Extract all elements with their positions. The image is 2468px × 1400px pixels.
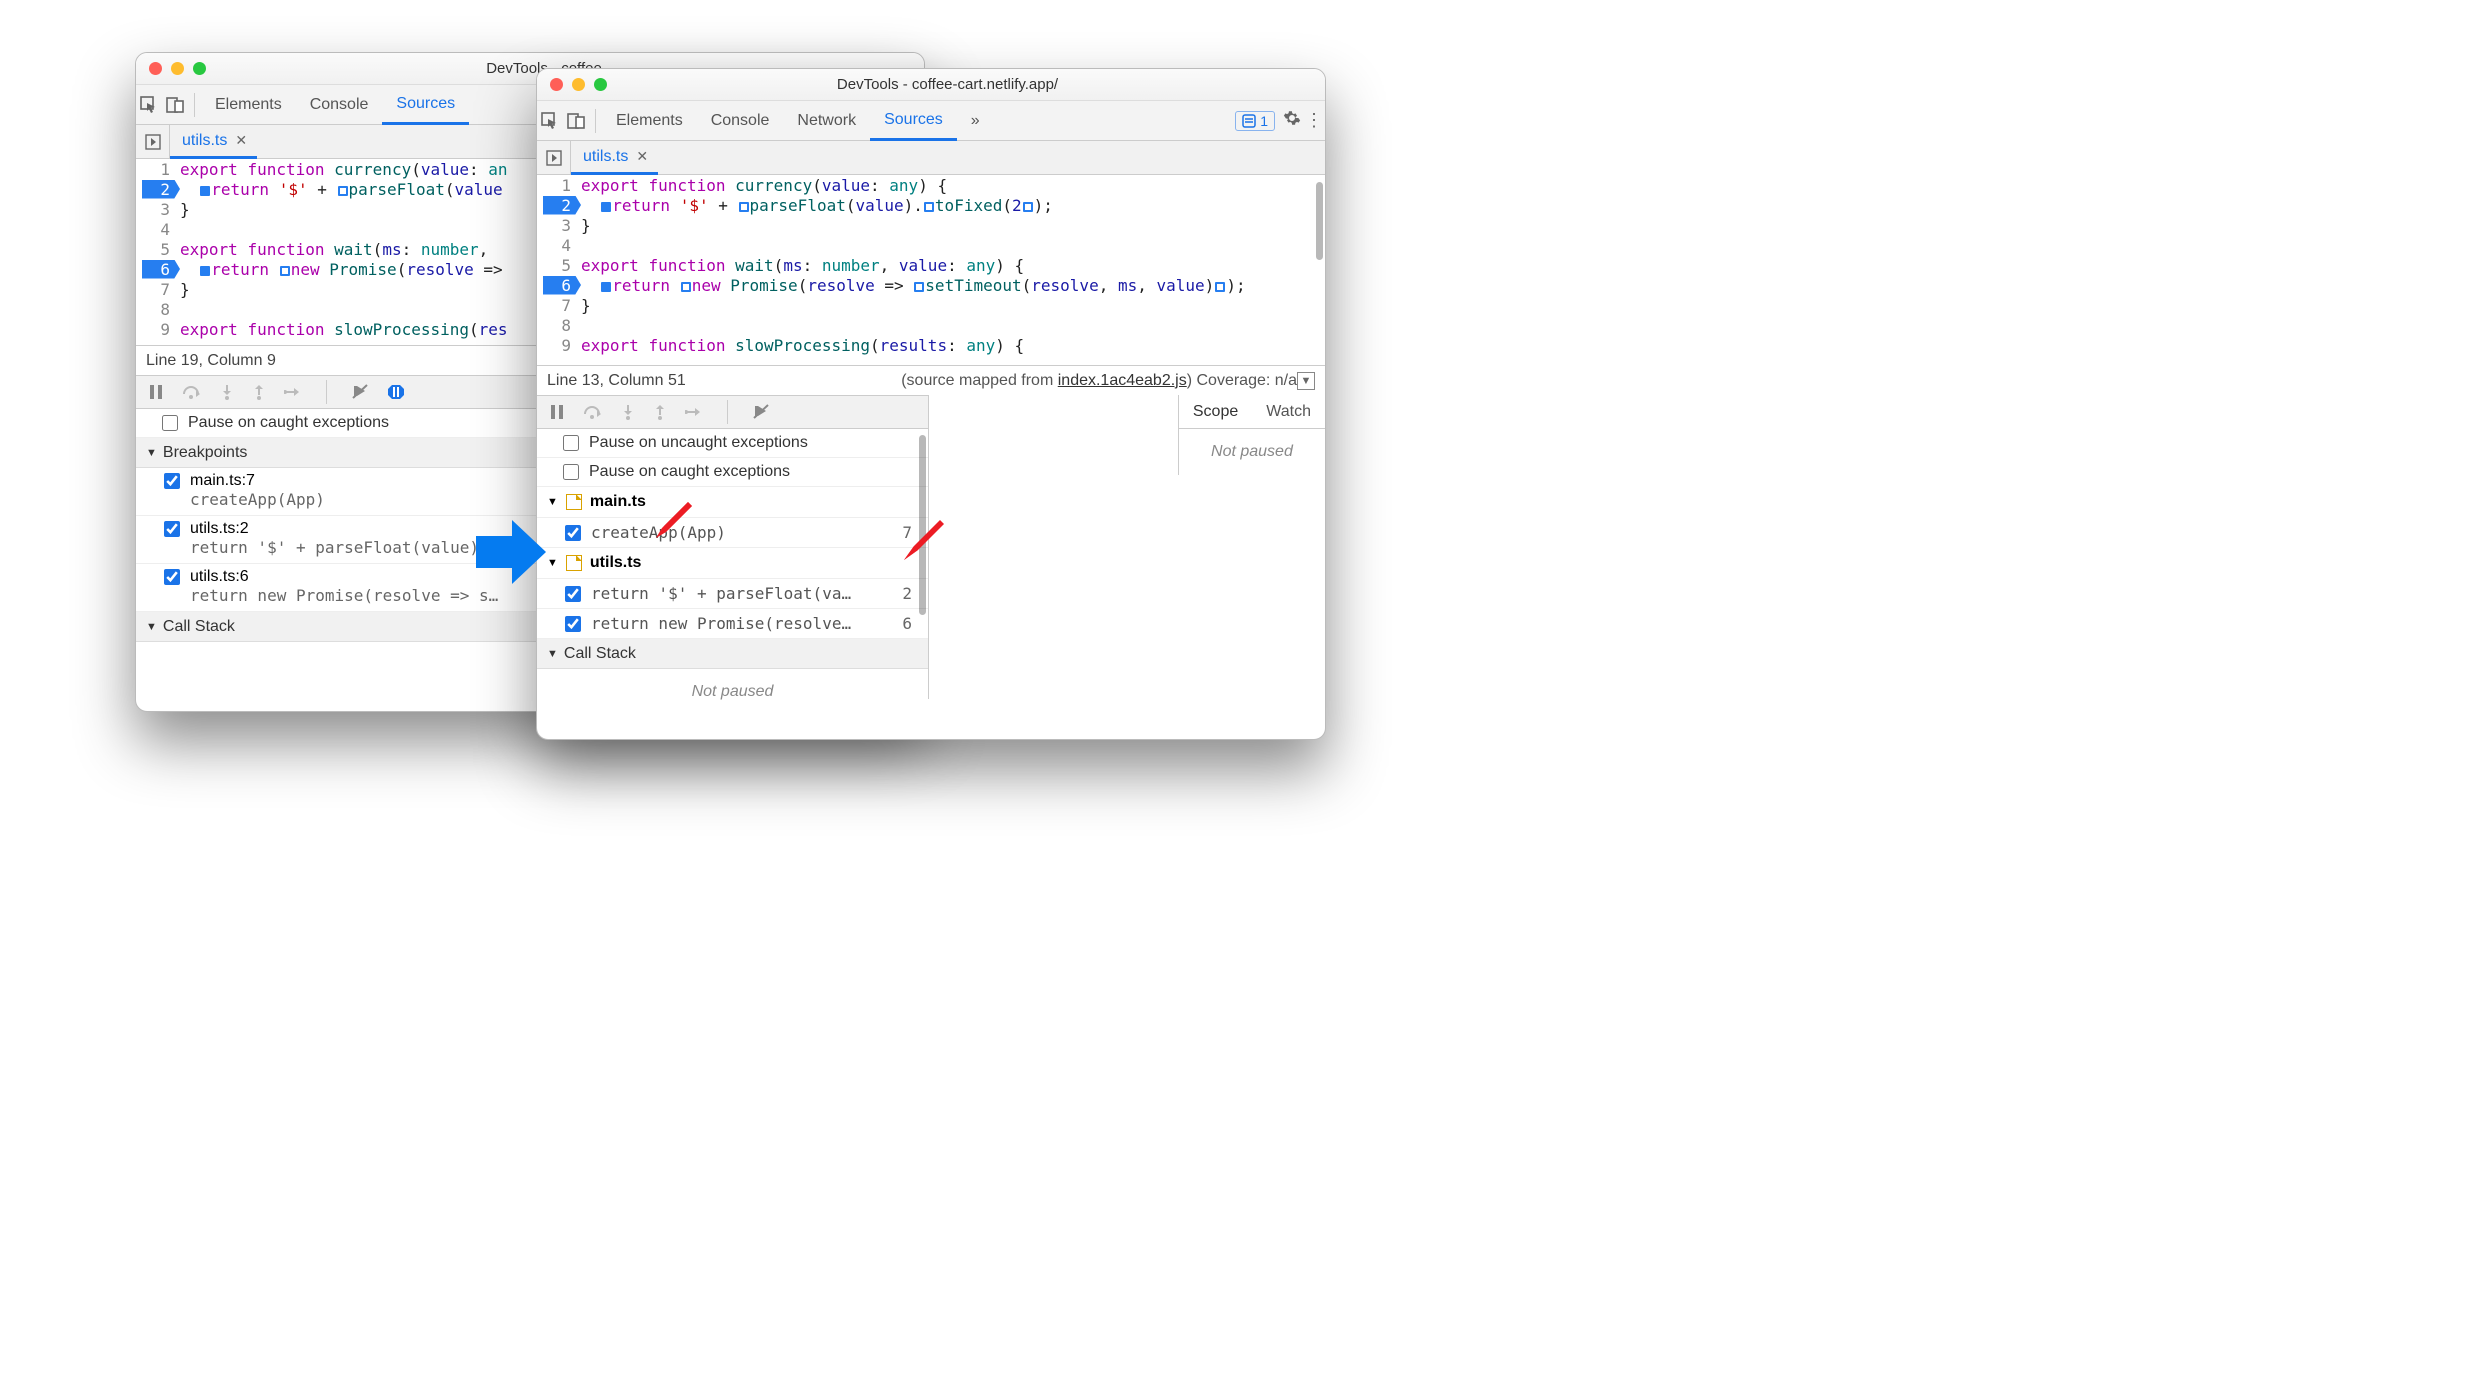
step-into-icon[interactable]	[621, 404, 635, 420]
debugger-toolbar	[537, 395, 928, 429]
cursor-position: Line 19, Column 9	[146, 352, 276, 370]
device-icon[interactable]	[162, 95, 188, 115]
deactivate-breakpoints-icon[interactable]	[752, 403, 770, 421]
breakpoint-group-file[interactable]: main.ts	[590, 493, 646, 511]
step-out-icon[interactable]	[252, 384, 266, 400]
inspect-icon[interactable]	[136, 95, 162, 115]
file-tab-label: utils.ts	[583, 148, 628, 166]
navigator-toggle-icon[interactable]	[136, 125, 170, 159]
step-icon[interactable]	[685, 405, 703, 419]
close-icon[interactable]	[149, 62, 162, 75]
breakpoint-file[interactable]: main.ts:7	[190, 472, 255, 490]
breakpoint-checkbox[interactable]	[565, 586, 581, 602]
pause-exceptions-icon[interactable]	[387, 383, 405, 401]
cursor-position: Line 13, Column 51	[547, 372, 686, 390]
source-map-link[interactable]: index.1ac4eab2.js	[1058, 372, 1187, 389]
deactivate-breakpoints-icon[interactable]	[351, 383, 369, 401]
breakpoint-file[interactable]: utils.ts:6	[190, 568, 249, 586]
annotation-blue-arrow	[476, 520, 546, 584]
dropdown-icon[interactable]: ▼	[1297, 372, 1315, 390]
breakpoint-checkbox[interactable]	[164, 521, 180, 537]
breakpoint-line: 6	[902, 614, 918, 633]
scrollbar[interactable]	[1316, 182, 1323, 260]
pause-caught-label: Pause on caught exceptions	[188, 414, 389, 432]
tab-sources[interactable]: Sources	[870, 102, 957, 141]
code-editor[interactable]: 1export function currency(value: any) {2…	[537, 175, 1325, 365]
callstack-not-paused: Not paused	[537, 669, 928, 715]
breakpoint-file[interactable]: utils.ts:2	[190, 520, 249, 538]
tab-console[interactable]: Console	[296, 85, 383, 124]
breakpoint-code[interactable]: return '$' + parseFloat(va…	[591, 584, 851, 603]
minimize-icon[interactable]	[171, 62, 184, 75]
maximize-icon[interactable]	[193, 62, 206, 75]
file-icon	[566, 555, 582, 571]
pause-caught-checkbox[interactable]	[563, 464, 579, 480]
tab-scope[interactable]: Scope	[1179, 395, 1252, 428]
tab-console[interactable]: Console	[697, 101, 784, 140]
tab-elements[interactable]: Elements	[201, 85, 296, 124]
pause-uncaught-label: Pause on uncaught exceptions	[589, 434, 808, 452]
minimize-icon[interactable]	[572, 78, 585, 91]
close-icon[interactable]: ✕	[235, 132, 247, 149]
maximize-icon[interactable]	[594, 78, 607, 91]
tab-network[interactable]: Network	[783, 101, 870, 140]
close-icon[interactable]: ✕	[636, 148, 648, 165]
issues-count: 1	[1260, 113, 1268, 129]
breakpoint-group-file[interactable]: utils.ts	[590, 554, 642, 572]
step-out-icon[interactable]	[653, 404, 667, 420]
callstack-header[interactable]: Call Stack	[564, 645, 636, 663]
pause-icon[interactable]	[549, 404, 565, 420]
more-tabs[interactable]: »	[957, 101, 994, 140]
breakpoint-checkbox[interactable]	[164, 569, 180, 585]
step-icon[interactable]	[284, 385, 302, 399]
breakpoint-line: 2	[902, 584, 918, 603]
issues-badge[interactable]: 1	[1235, 111, 1275, 131]
step-into-icon[interactable]	[220, 384, 234, 400]
callstack-header[interactable]: Call Stack	[163, 618, 235, 636]
pause-caught-checkbox[interactable]	[162, 415, 178, 431]
devtools-window-right: DevTools - coffee-cart.netlify.app/ Elem…	[536, 68, 1326, 740]
source-map-status: (source mapped from index.1ac4eab2.js) C…	[901, 372, 1297, 390]
breakpoint-checkbox[interactable]	[565, 525, 581, 541]
device-icon[interactable]	[563, 111, 589, 131]
breakpoints-header[interactable]: Breakpoints	[163, 444, 248, 462]
right-panel: Scope Watch Not paused	[1178, 395, 1325, 475]
close-icon[interactable]	[550, 78, 563, 91]
inspect-icon[interactable]	[537, 111, 563, 131]
kebab-icon[interactable]: ⋮	[1303, 110, 1325, 131]
annotation-red-arrow	[654, 500, 694, 540]
window-title: DevTools - coffee-cart.netlify.app/	[620, 76, 1325, 93]
navigator-toggle-icon[interactable]	[537, 141, 571, 175]
gear-icon[interactable]	[1281, 109, 1303, 132]
file-icon	[566, 494, 582, 510]
file-tab-utils[interactable]: utils.ts ✕	[170, 126, 257, 159]
tab-watch[interactable]: Watch	[1252, 395, 1325, 428]
file-tab-utils[interactable]: utils.ts ✕	[571, 142, 658, 175]
file-tab-label: utils.ts	[182, 132, 227, 150]
annotation-red-arrow	[902, 518, 946, 562]
breakpoint-checkbox[interactable]	[565, 616, 581, 632]
pause-icon[interactable]	[148, 384, 164, 400]
pause-caught-label: Pause on caught exceptions	[589, 463, 790, 481]
tab-elements[interactable]: Elements	[602, 101, 697, 140]
pause-uncaught-checkbox[interactable]	[563, 435, 579, 451]
step-over-icon[interactable]	[182, 384, 202, 400]
breakpoint-checkbox[interactable]	[164, 473, 180, 489]
tab-sources[interactable]: Sources	[382, 86, 469, 125]
breakpoint-code[interactable]: return new Promise(resolve…	[591, 614, 851, 633]
step-over-icon[interactable]	[583, 404, 603, 420]
scope-not-paused: Not paused	[1179, 429, 1325, 475]
